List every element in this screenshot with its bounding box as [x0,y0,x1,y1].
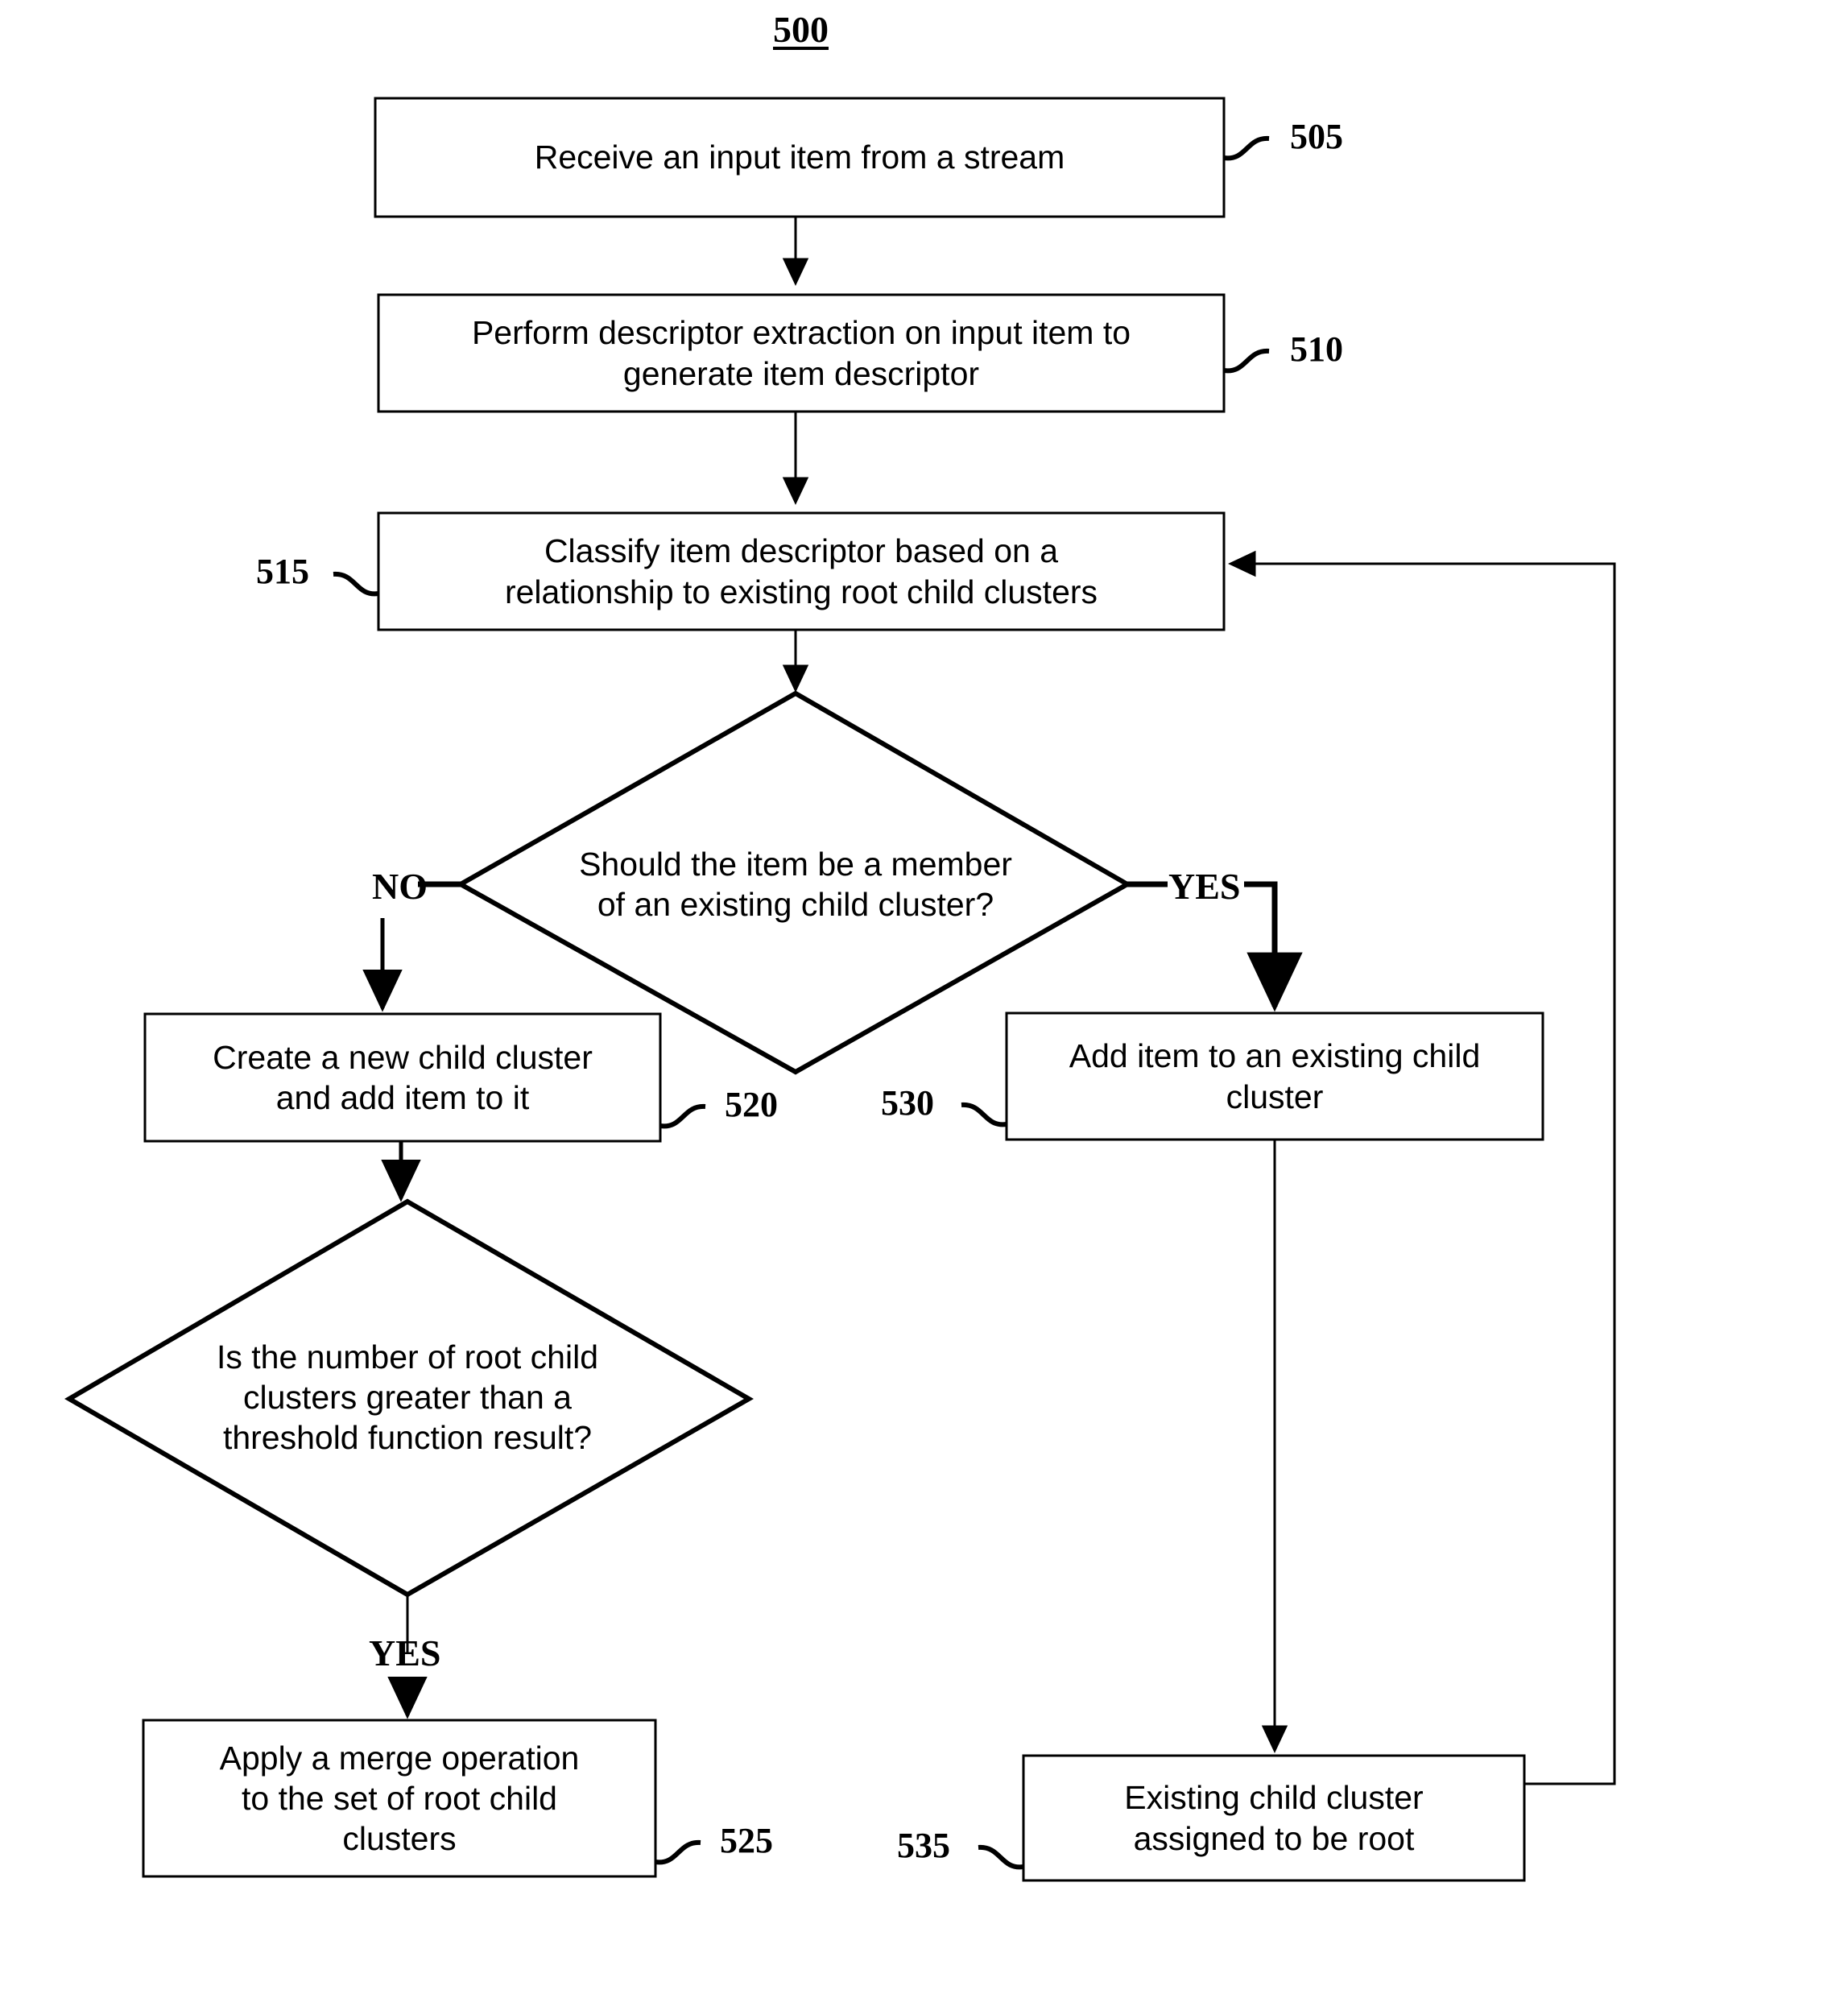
leader-line-510 [1223,348,1270,374]
ref-numeral-510: 510 [1290,329,1343,369]
leader-line-520 [659,1103,706,1129]
leader-line-530 [961,1102,1007,1127]
node-label-505: Receive an input item from a stream [534,139,1065,176]
leader-line-505 [1223,135,1270,161]
ref-numeral-520: 520 [725,1085,778,1124]
node-label-decision2: Is the number of root child clusters gre… [216,1338,599,1456]
node-label-525: Apply a merge operation to the set of ro… [219,1739,580,1857]
node-label-530: Add item to an existing child cluster [1069,1037,1481,1115]
node-label-515: Classify item descriptor based on a rela… [504,532,1098,610]
ref-numeral-535: 535 [897,1826,950,1865]
ref-numeral-530: 530 [881,1083,934,1123]
node-label-520: Create a new child cluster and add item … [213,1038,593,1116]
node-label-535: Existing child cluster assigned to be ro… [1124,1779,1424,1857]
figure-number: 500 [773,9,829,50]
leader-line-525 [655,1839,701,1865]
branch-label-no: NO [372,866,428,907]
ref-numeral-515: 515 [256,552,309,591]
branch-label-yes-decision1: YES [1168,866,1241,907]
node-label-510: Perform descriptor extraction on input i… [471,314,1131,392]
node-label-decision1: Should the item be a member of an existi… [579,845,1012,923]
connector-535-feedback-515 [1228,550,1616,1785]
leader-line-535 [978,1844,1024,1870]
flowchart-page: 500 Receive an input item from a stream … [0,0,1848,1994]
branch-label-yes-decision2: YES [369,1632,441,1673]
ref-numeral-525: 525 [720,1821,773,1860]
ref-numeral-505: 505 [1290,117,1343,156]
leader-line-515 [333,571,379,597]
connector-yes-to-530 [1244,881,1303,1012]
